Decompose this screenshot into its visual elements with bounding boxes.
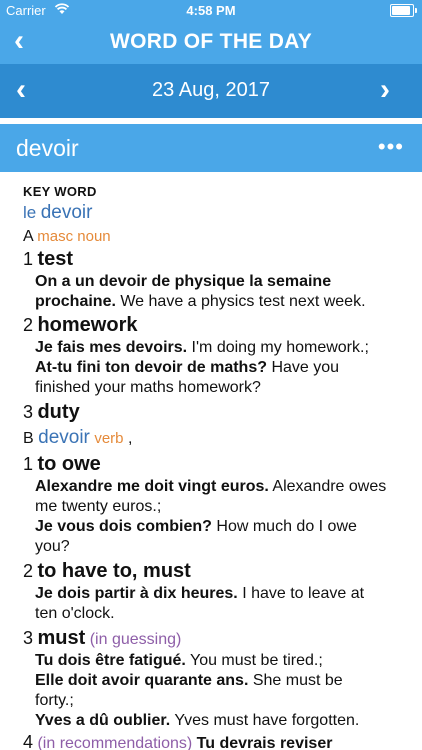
example-b3-2: Elle doit avoir quarante ans. She must b… [35,672,343,689]
sense-a3: 3 duty [23,401,80,423]
page-title: WORD OF THE DAY [109,30,313,53]
sense-a1: 1 test [23,248,74,270]
example-a1-line2: prochaine. We have a physics test next w… [35,293,366,310]
example-b3-3: Yves a dû oublier. Yves must have forgot… [35,712,360,729]
example-a1-line1: On a un devoir de physique la semaine [35,273,332,290]
sense-b3: 3 must (in guessing) [23,627,182,649]
example-b2-1: Je dois partir à dix heures. I have to l… [35,585,365,602]
status-bar: Carrier 4:58 PM [0,0,422,20]
current-date: 23 Aug, 2017 [152,79,270,101]
entry-headline: le devoir [23,202,92,224]
example-a2-2-cont: finished your maths homework? [35,379,261,396]
example-a2-1: Je fais mes devoirs. I'm doing my homewo… [35,339,369,356]
lemma: devoir [40,202,93,223]
article: le [23,203,37,222]
example-b1-1: Alexandre me doit vingt euros. Alexandre… [35,478,387,495]
part-of-speech: verb [94,430,124,447]
key-word-label: KEY WORD [23,184,97,199]
part-of-speech: masc noun [37,228,111,245]
section-a: A masc noun [23,228,111,246]
word-header: devoir ••• [0,124,422,172]
example-b2-1-cont: ten o'clock. [35,605,115,622]
headword-title: devoir [16,135,79,161]
status-time: 4:58 PM [186,3,236,18]
example-a2-2: At-tu fini ton devoir de maths? Have you [35,359,340,376]
sense-b2: 2 to have to, must [23,560,191,582]
usage-note: (in guessing) [89,631,182,648]
example-b1-2: Je vous dois combien? How much do I owe [35,518,357,535]
example-b3-1: Tu dois être fatigué. You must be tired.… [35,652,323,669]
example-b3-2-cont: forty.; [35,692,74,709]
battery-icon [390,4,417,17]
section-b: B devoir verb , [23,427,133,448]
sense-a2: 2 homework [23,314,138,336]
example-b1-1-cont: me twenty euros.; [35,498,162,515]
section-letter: B [23,430,34,447]
verb-lemma: devoir [38,427,90,448]
dictionary-entry: KEY WORD le devoir A masc noun 1 test On… [0,172,422,750]
sense-b1: 1 to owe [23,453,101,475]
more-options-icon[interactable]: ••• [378,136,404,158]
example-b1-2-cont: you? [35,538,70,555]
sense-b4: 4 (in recommendations) Tu devrais revise… [23,732,333,750]
usage-note: (in recommendations) [37,735,193,750]
navigation-bar: ‹ WORD OF THE DAY [0,20,422,64]
section-letter: A [23,228,33,245]
date-selector-bar: ‹ 23 Aug, 2017 › [0,64,422,118]
next-day-chevron-icon[interactable]: › [380,75,390,105]
